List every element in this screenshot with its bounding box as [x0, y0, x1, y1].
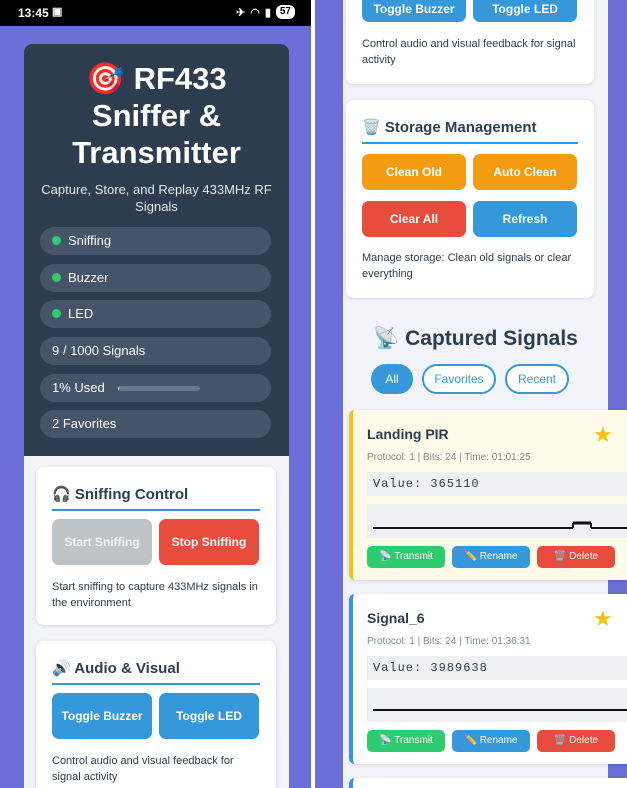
status-sniffing: Sniffing — [40, 227, 271, 255]
status-dot — [52, 309, 61, 318]
sniffing-control-title: 🎧 Sniffing Control — [52, 485, 260, 511]
toggle-buzzer-button[interactable]: Toggle Buzzer — [362, 0, 466, 22]
signal-card: Signal_6 ★ Protocol: 1 | Bits: 24 | Time… — [349, 594, 627, 764]
clean-old-button[interactable]: Clean Old — [362, 154, 466, 190]
rename-button[interactable]: ✏️ Rename — [452, 546, 530, 568]
audio-visual-card: 🔊 Audio & Visual Toggle Buzzer Toggle LE… — [36, 641, 276, 788]
status-bar: 13:45 ▣ ✈ ◠ ▮ 57 — [0, 0, 311, 26]
status-storage-used: 1% Used — [40, 374, 271, 402]
filter-recent-button[interactable]: Recent — [505, 364, 569, 394]
screenshot-icon: ▣ — [52, 6, 63, 18]
left-screen: 13:45 ▣ ✈ ◠ ▮ 57 🎯 RF433 Sniffer & Trans… — [0, 0, 311, 788]
favorite-star-icon[interactable]: ★ — [593, 606, 613, 632]
refresh-button[interactable]: Refresh — [473, 201, 577, 237]
wifi-icon: ◠ — [250, 6, 260, 19]
favorite-star-icon[interactable]: ★ — [593, 422, 613, 448]
transmit-button[interactable]: 📡 Transmit — [367, 546, 445, 568]
right-screen: Toggle Buzzer Toggle LED Control audio a… — [315, 0, 627, 788]
signal-card: Landing PIR ★ Protocol: 1 | Bits: 24 | T… — [349, 410, 627, 580]
storage-management-description: Manage storage: Clean old signals or cle… — [362, 252, 572, 280]
audio-visual-description: Control audio and visual feedback for si… — [362, 38, 576, 66]
toggle-buzzer-label: Toggle Buzzer — [373, 2, 455, 16]
status-dot — [52, 236, 61, 245]
waveform-graphic — [373, 709, 627, 711]
status-sniffing-label: Sniffing — [68, 233, 112, 248]
signal-value: Value: 365110 — [367, 472, 627, 496]
captured-signals-title: 📡 Captured Signals — [373, 327, 578, 350]
header-hero: 🎯 RF433 Sniffer & Transmitter Capture, S… — [24, 44, 289, 456]
toggle-led-button[interactable]: Toggle LED — [159, 693, 259, 739]
toggle-buzzer-button[interactable]: Toggle Buzzer — [52, 693, 152, 739]
status-signal-count: 9 / 1000 Signals — [40, 337, 271, 365]
rename-button[interactable]: ✏️ Rename — [452, 730, 530, 752]
signal-waveform — [367, 688, 627, 722]
storage-management-title: 🗑️ Storage Management — [362, 118, 578, 144]
storage-progress-bar — [118, 386, 201, 392]
audio-visual-description: Control audio and visual feedback for si… — [52, 755, 234, 783]
toggle-led-button[interactable]: Toggle LED — [473, 0, 577, 22]
delete-button[interactable]: 🗑️ Delete — [537, 546, 615, 568]
signal-meta: Protocol: 1 | Bits: 24 | Time: 01:36:31 — [367, 636, 531, 647]
status-icons: ✈ ◠ ▮ 57 — [236, 5, 295, 19]
filter-favorites-button[interactable]: Favorites — [422, 364, 496, 394]
status-led: LED — [40, 300, 271, 328]
stop-sniffing-button[interactable]: Stop Sniffing — [159, 519, 259, 565]
status-favorites: 2 Favorites — [40, 410, 271, 438]
clear-all-button[interactable]: Clear All — [362, 201, 466, 237]
battery-icon: 57 — [275, 5, 295, 19]
storage-progress-fill — [118, 386, 120, 392]
delete-button[interactable]: 🗑️ Delete — [537, 730, 615, 752]
signal-count-label: 9 / 1000 Signals — [52, 343, 146, 358]
status-time: 13:45 — [18, 6, 49, 20]
sniffing-control-card: 🎧 Sniffing Control Start Sniffing Stop S… — [36, 467, 276, 625]
signal-name: Signal_6 — [367, 610, 425, 626]
auto-clean-button[interactable]: Auto Clean — [473, 154, 577, 190]
nfc-icon: ✈ — [235, 6, 246, 19]
start-sniffing-button[interactable]: Start Sniffing — [52, 519, 152, 565]
status-buzzer-label: Buzzer — [68, 270, 109, 285]
signal-value: Value: 3989638 — [367, 656, 627, 680]
status-dot — [52, 273, 61, 282]
signal-name: Landing PIR — [367, 426, 449, 442]
signal-waveform — [367, 504, 627, 538]
storage-used-label: 1% Used — [52, 380, 105, 395]
waveform-graphic — [373, 521, 627, 529]
signal-card-partial — [349, 778, 627, 788]
page-subtitle: Capture, Store, and Replay 433MHz RF Sig… — [41, 182, 272, 214]
status-buzzer: Buzzer — [40, 264, 271, 292]
sniffing-control-description: Start sniffing to capture 433MHz signals… — [52, 581, 258, 609]
toggle-led-label: Toggle LED — [492, 2, 558, 16]
audio-visual-card-scrolled: Toggle Buzzer Toggle LED Control audio a… — [346, 0, 594, 84]
storage-management-card: 🗑️ Storage Management Clean Old Auto Cle… — [346, 100, 594, 298]
audio-visual-title: 🔊 Audio & Visual — [52, 659, 260, 685]
signal-icon: ▮ — [264, 6, 271, 19]
favorites-count-label: 2 Favorites — [52, 416, 117, 431]
signal-meta: Protocol: 1 | Bits: 24 | Time: 01:01:25 — [367, 452, 531, 463]
page-title: 🎯 RF433 Sniffer & Transmitter — [72, 61, 241, 170]
transmit-button[interactable]: 📡 Transmit — [367, 730, 445, 752]
status-led-label: LED — [68, 306, 94, 321]
filter-all-button[interactable]: All — [371, 364, 413, 394]
